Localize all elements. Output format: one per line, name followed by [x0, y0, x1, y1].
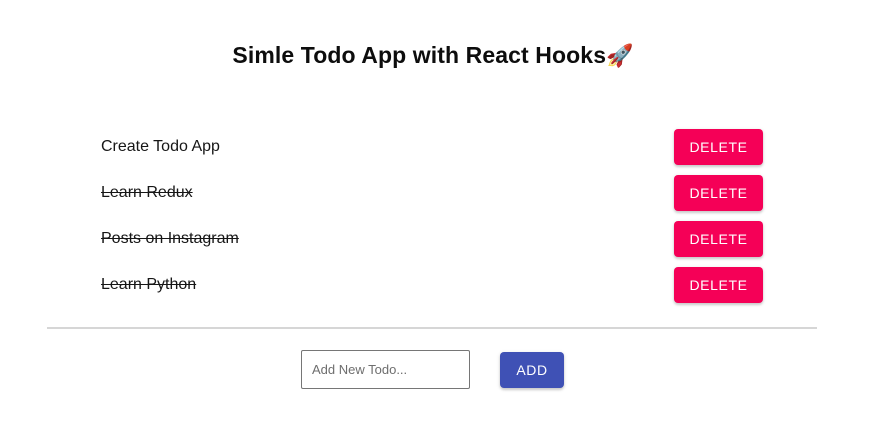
todo-item: Learn Redux DELETE: [101, 175, 763, 211]
delete-button[interactable]: DELETE: [674, 221, 763, 257]
todo-text[interactable]: Create Todo App: [101, 129, 220, 165]
delete-button[interactable]: DELETE: [674, 129, 763, 165]
todo-item: Learn Python DELETE: [101, 267, 763, 303]
todo-item: Posts on Instagram DELETE: [101, 221, 763, 257]
todo-text[interactable]: Learn Redux: [101, 175, 193, 211]
page-title-text: Simle Todo App with React Hooks: [232, 42, 607, 68]
todo-list: Create Todo App DELETE Learn Redux DELET…: [101, 129, 763, 313]
add-todo-form: ADD: [301, 350, 565, 389]
todo-item: Create Todo App DELETE: [101, 129, 763, 165]
page-title: Simle Todo App with React Hooks🚀: [0, 42, 866, 69]
add-button[interactable]: ADD: [500, 352, 564, 388]
rocket-icon: 🚀: [606, 43, 634, 68]
divider: [47, 327, 817, 329]
delete-button[interactable]: DELETE: [674, 175, 763, 211]
new-todo-input[interactable]: [301, 350, 470, 389]
todo-text[interactable]: Learn Python: [101, 267, 196, 303]
delete-button[interactable]: DELETE: [674, 267, 763, 303]
todo-text[interactable]: Posts on Instagram: [101, 221, 239, 257]
todo-app: Simle Todo App with React Hooks🚀 Create …: [0, 0, 884, 422]
